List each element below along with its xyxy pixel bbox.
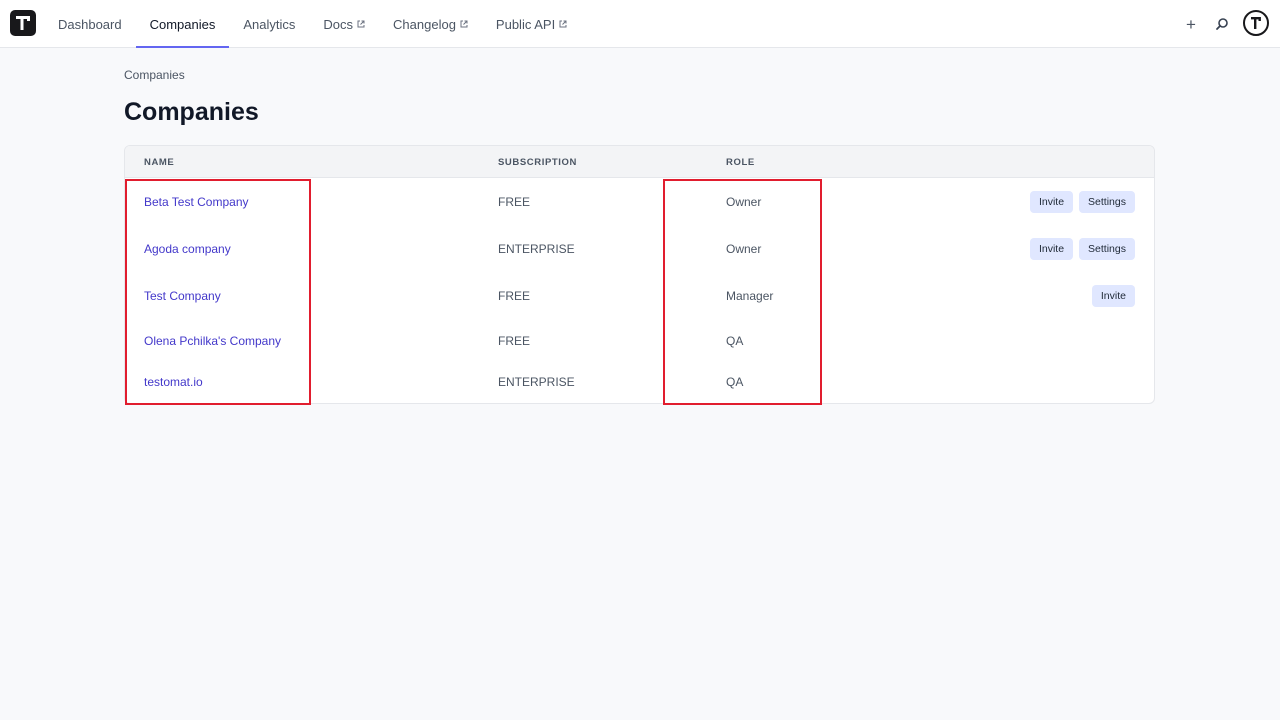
company-name-link[interactable]: Olena Pchilka's Company [144, 319, 281, 363]
subscription-cell: FREE [498, 289, 531, 303]
companies-table: NAME SUBSCRIPTION ROLE Beta Test Company… [124, 145, 1155, 404]
nav-analytics-label: Analytics [243, 16, 296, 32]
role-cell: QA [726, 375, 744, 389]
external-link-icon [460, 20, 468, 28]
role-cell: Owner [726, 242, 762, 256]
nav-analytics[interactable]: Analytics [229, 0, 309, 48]
company-name-link[interactable]: Agoda company [144, 227, 231, 271]
settings-button[interactable]: Settings [1079, 238, 1135, 260]
invite-button[interactable]: Invite [1029, 238, 1074, 260]
subscription-cell: FREE [498, 334, 531, 348]
table-row: Beta Test Company FREE Owner Invite Sett… [125, 180, 1154, 224]
nav-docs-label: Docs [323, 16, 354, 32]
invite-button[interactable]: Invite [1091, 285, 1135, 307]
page-title: Companies [124, 98, 259, 126]
company-name-link[interactable]: Beta Test Company [144, 180, 249, 224]
nav-public-api[interactable]: Public API [482, 0, 581, 48]
table-row: Agoda company ENTERPRISE Owner Invite Se… [125, 227, 1154, 271]
column-header-role: ROLE [726, 157, 755, 168]
breadcrumb-companies[interactable]: Companies [124, 68, 185, 82]
search-icon[interactable] [1212, 14, 1232, 34]
row-actions: Invite Settings [1029, 227, 1135, 271]
nav-public-api-label: Public API [495, 16, 556, 32]
table-header: NAME SUBSCRIPTION ROLE [125, 146, 1154, 178]
nav-changelog[interactable]: Changelog [379, 0, 482, 48]
external-link-icon [559, 20, 567, 28]
nav-docs[interactable]: Docs [309, 0, 379, 48]
nav-companies[interactable]: Companies [135, 0, 230, 48]
nav-changelog-label: Changelog [393, 16, 456, 32]
table-row: testomat.io ENTERPRISE QA [125, 360, 1154, 403]
role-cell: Manager [726, 289, 774, 303]
column-header-subscription: SUBSCRIPTION [498, 157, 577, 168]
main-nav: Dashboard Companies Analytics Docs Chang… [44, 0, 581, 48]
company-name-link[interactable]: testomat.io [144, 360, 203, 403]
row-actions: Invite Settings [1029, 180, 1135, 224]
nav-dashboard[interactable]: Dashboard [44, 0, 136, 48]
role-cell: Owner [726, 195, 762, 209]
table-row: Olena Pchilka's Company FREE QA [125, 319, 1154, 363]
settings-button[interactable]: Settings [1079, 191, 1135, 213]
user-avatar[interactable] [1243, 10, 1269, 36]
external-link-icon [357, 20, 365, 28]
nav-companies-label: Companies [149, 16, 216, 32]
subscription-cell: ENTERPRISE [498, 375, 575, 389]
company-name-link[interactable]: Test Company [144, 274, 221, 318]
row-actions: Invite [1091, 274, 1135, 318]
app-logo[interactable] [10, 10, 36, 36]
add-icon[interactable]: + [1181, 14, 1201, 34]
nav-dashboard-label: Dashboard [58, 16, 122, 32]
subscription-cell: FREE [498, 195, 531, 209]
invite-button[interactable]: Invite [1029, 191, 1074, 213]
subscription-cell: ENTERPRISE [498, 242, 575, 256]
table-row: Test Company FREE Manager Invite [125, 274, 1154, 318]
top-navbar: Dashboard Companies Analytics Docs Chang… [0, 0, 1280, 48]
breadcrumb: Companies [124, 68, 185, 82]
column-header-name: NAME [144, 157, 175, 168]
role-cell: QA [726, 334, 744, 348]
